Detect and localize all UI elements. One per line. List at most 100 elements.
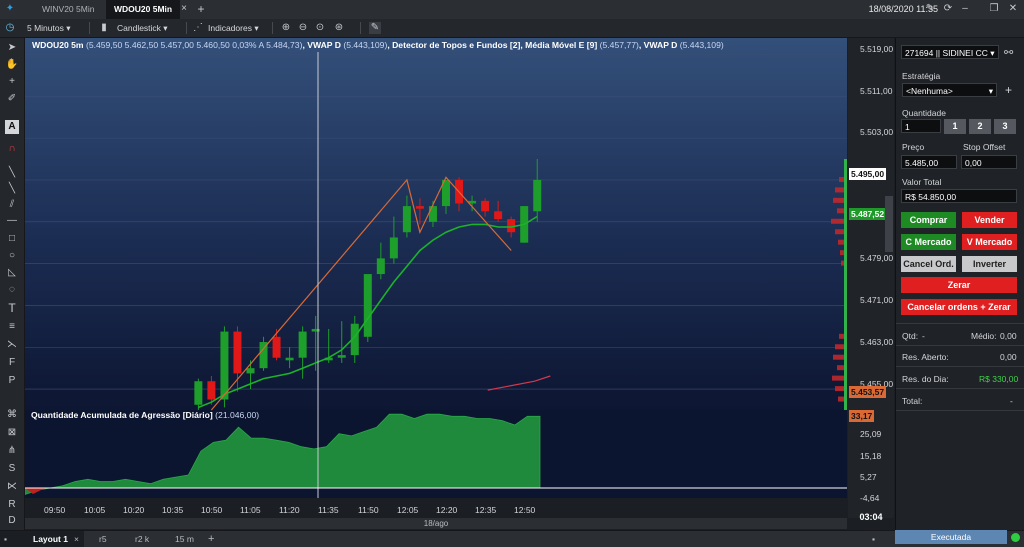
zerar-button[interactable]: Zerar xyxy=(901,277,1017,293)
pattern-icon[interactable]: ⌘ xyxy=(5,408,19,422)
edit-icon[interactable]: ✎ xyxy=(924,3,936,15)
hline-tool-icon[interactable]: — xyxy=(5,214,19,228)
chart-type-select[interactable]: Candlestick ▾ xyxy=(117,19,168,37)
candle-body xyxy=(363,274,372,337)
cancelar-zerar-button[interactable]: Cancelar ordens + Zerar xyxy=(901,299,1017,315)
ray-tool-icon[interactable]: ╲ xyxy=(5,182,19,196)
candle-body xyxy=(428,206,437,222)
estrategia-select[interactable]: <Nenhuma> ▾ xyxy=(902,83,997,97)
pitchfork-icon[interactable]: ⋔ xyxy=(5,444,19,458)
ellipse-tool-icon[interactable]: ○ xyxy=(5,249,19,263)
price-chart[interactable] xyxy=(25,38,847,518)
disconnect-icon[interactable]: ⚯ xyxy=(1004,46,1013,59)
estrategia-value: <Nenhuma> xyxy=(906,86,953,96)
toolbar: ◷ 5 Minutos ▾ ▮ Candlestick ▾ ⋰ Indicado… xyxy=(0,19,1024,38)
candle-body xyxy=(337,355,346,358)
fibonacci-icon[interactable]: ≡ xyxy=(5,320,19,334)
qty-preset-3-button[interactable]: 3 xyxy=(994,119,1016,134)
symbol-label: WDOU20 5m xyxy=(32,40,84,50)
connection-status-icon xyxy=(1011,533,1020,542)
price-tick: 5.463,00 xyxy=(860,337,894,347)
magnet-icon[interactable]: ∩ xyxy=(5,142,19,156)
interval-select[interactable]: 5 Minutos ▾ xyxy=(27,19,71,37)
bottom-tab-15m[interactable]: 15 m xyxy=(175,531,194,547)
draw-settings-icon[interactable]: ✐ xyxy=(5,92,19,106)
line-tool-icon[interactable]: ╲ xyxy=(5,166,19,180)
price-axis[interactable] xyxy=(848,38,894,518)
candle-body xyxy=(494,211,503,220)
channel-tool-icon[interactable]: ⫽ xyxy=(5,198,19,212)
valor-total-label: Valor Total xyxy=(902,177,942,187)
vwap-value: (5.443,109) xyxy=(679,40,724,50)
tab-close-icon[interactable]: × xyxy=(178,3,190,15)
wave-icon[interactable]: ⋉ xyxy=(5,480,19,494)
candle-body xyxy=(402,206,411,233)
zoom-in-icon[interactable]: ⊕ xyxy=(280,22,292,34)
add-layout-icon[interactable]: + xyxy=(208,531,214,547)
collapse-panel-icon[interactable]: ▪ xyxy=(872,531,875,547)
arc-tool-icon[interactable]: ◌ xyxy=(5,283,19,297)
preco-input[interactable]: 5.485,00 xyxy=(901,155,957,169)
text-icon[interactable]: T xyxy=(5,301,19,315)
zoom-out-icon[interactable]: ⊖ xyxy=(297,22,309,34)
price-pane-bg xyxy=(25,38,847,410)
pen-icon[interactable]: ✎ xyxy=(369,22,381,34)
candle-body xyxy=(415,206,424,209)
candle-body xyxy=(376,258,385,275)
quantidade-input[interactable]: 1 xyxy=(901,119,941,133)
fib-fan-icon[interactable]: ⋋ xyxy=(5,338,19,352)
delete-drawings-icon[interactable]: D xyxy=(5,514,19,528)
fib-projection-icon[interactable]: P xyxy=(5,374,19,388)
indicator-value-label: 33,17 xyxy=(849,410,875,422)
vender-button[interactable]: Vender xyxy=(962,212,1017,228)
zoom-settings-icon[interactable]: ⊛ xyxy=(333,22,345,34)
estrategia-label: Estratégia xyxy=(902,71,941,81)
cursor-icon[interactable]: ➤ xyxy=(5,41,19,55)
price-tick: 5.519,00 xyxy=(860,44,894,54)
rectangle-tool-icon[interactable]: □ xyxy=(5,232,19,246)
add-tab-icon[interactable]: + xyxy=(195,3,207,15)
account-select[interactable]: 271694 || SIDINEI CC ▾ xyxy=(901,45,999,59)
add-strategy-icon[interactable]: + xyxy=(1005,83,1012,97)
text-tool-icon[interactable]: A xyxy=(5,120,19,134)
tab-wdou20[interactable]: WDOU20 5Min xyxy=(106,0,181,19)
minimize-icon[interactable]: – xyxy=(959,3,971,15)
layout-close-icon[interactable]: × xyxy=(74,531,79,547)
bottom-tab-r2k[interactable]: r2 k xyxy=(135,531,149,547)
comprar-button[interactable]: Comprar xyxy=(901,212,956,228)
indicators-select[interactable]: Indicadores ▾ xyxy=(208,19,259,37)
cancel-orders-button[interactable]: Cancel Ord. xyxy=(901,256,956,272)
date-strip: 18/ago xyxy=(25,518,847,529)
time-tick: 09:50 xyxy=(44,505,66,515)
hand-icon[interactable]: ✋ xyxy=(5,58,19,72)
close-icon[interactable]: ✕ xyxy=(1007,3,1019,15)
indicator-tick: 15,18 xyxy=(860,451,882,461)
res-aberto-value: 0,00 xyxy=(1000,352,1017,362)
bottom-tab-r5[interactable]: r5 xyxy=(99,531,107,547)
crosshair-icon[interactable]: + xyxy=(5,75,19,89)
wave-s-icon[interactable]: S xyxy=(5,462,19,476)
qty-preset-2-button[interactable]: 2 xyxy=(969,119,991,134)
indicator-tick: 5,27 xyxy=(860,472,877,482)
vender-mercado-button[interactable]: V Mercado xyxy=(962,234,1017,250)
candle-body xyxy=(389,237,398,259)
stop-offset-input[interactable]: 0,00 xyxy=(961,155,1017,169)
bottom-bar: Layout 1 ▪ × r5 r2 k 15 m + ▪ xyxy=(0,530,1024,547)
comprar-mercado-button[interactable]: C Mercado xyxy=(901,234,956,250)
sync-icon[interactable]: ⟳ xyxy=(942,3,954,15)
zoom-fit-icon[interactable]: ⊙ xyxy=(314,22,326,34)
inverter-button[interactable]: Inverter xyxy=(962,256,1017,272)
res-dia-label: Res. do Dia: xyxy=(902,374,949,384)
qty-preset-1-button[interactable]: 1 xyxy=(944,119,966,134)
maximize-icon[interactable]: ❐ xyxy=(988,3,1000,15)
tab-winv20[interactable]: WINV20 5Min xyxy=(34,0,102,19)
fib-time-icon[interactable]: F xyxy=(5,356,19,370)
panel-divider xyxy=(896,410,1024,411)
axis-scroll-handle[interactable] xyxy=(885,196,893,252)
stop-offset-value: 0,00 xyxy=(965,158,982,168)
panel-divider xyxy=(896,366,1024,367)
layout-tab[interactable]: Layout 1 ▪ × xyxy=(0,531,84,547)
grid-pattern-icon[interactable]: ⊠ xyxy=(5,426,19,440)
triangle-tool-icon[interactable]: ◺ xyxy=(5,266,19,280)
regression-icon[interactable]: R xyxy=(5,498,19,512)
